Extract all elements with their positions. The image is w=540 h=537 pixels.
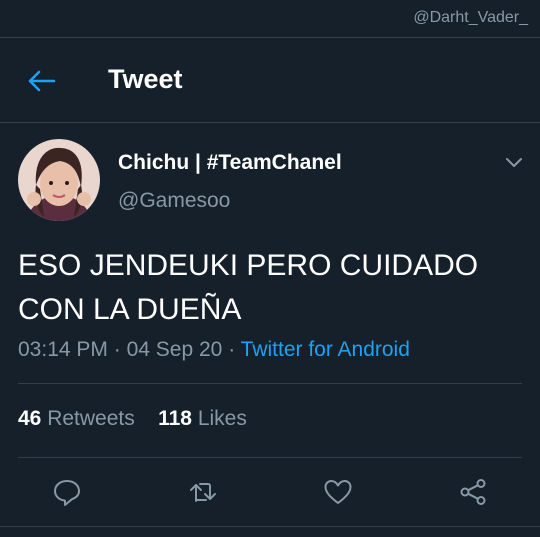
avatar[interactable] [18, 139, 100, 221]
likes-stat[interactable]: 118 Likes [158, 407, 247, 430]
tweet-stats: 46 Retweets 118 Likes [18, 407, 247, 431]
watermark: @Darht_Vader_ [413, 9, 528, 26]
like-icon[interactable] [322, 476, 354, 508]
chevron-down-icon[interactable] [502, 150, 526, 174]
tweet-date: 04 Sep 20 [126, 338, 223, 361]
retweet-icon[interactable] [187, 476, 219, 508]
tweet-text-line: ESO JENDEUKI PERO CUIDADO [18, 249, 479, 282]
author-handle: @Gamesoo [118, 189, 231, 212]
share-icon[interactable] [457, 476, 489, 508]
meta-separator: · [113, 338, 121, 361]
likes-label: Likes [197, 407, 247, 430]
tweet-source-link[interactable]: Twitter for Android [241, 338, 410, 361]
retweets-stat[interactable]: 46 Retweets [18, 407, 135, 430]
header-divider [0, 122, 540, 123]
divider [18, 457, 522, 458]
tweet-time: 03:14 PM [18, 338, 108, 361]
likes-count: 118 [158, 407, 192, 430]
meta-separator: · [228, 338, 236, 361]
reply-icon[interactable] [51, 476, 83, 508]
header: Tweet [0, 38, 540, 122]
author-name[interactable]: Chichu | #TeamChanel [118, 151, 342, 175]
retweets-label: Retweets [47, 407, 135, 430]
page-title: Tweet [108, 64, 183, 94]
retweets-count: 46 [18, 407, 42, 430]
back-arrow-icon[interactable] [24, 64, 58, 98]
tweet-text-line: CON LA DUEÑA [18, 293, 242, 326]
tweet-meta: 03:14 PM · 04 Sep 20 · Twitter for Andro… [18, 338, 410, 362]
bottom-divider [0, 526, 540, 527]
tweet-text: ESO JENDEUKI PERO CUIDADO CON LA DUEÑA [18, 244, 518, 332]
divider [18, 383, 522, 384]
